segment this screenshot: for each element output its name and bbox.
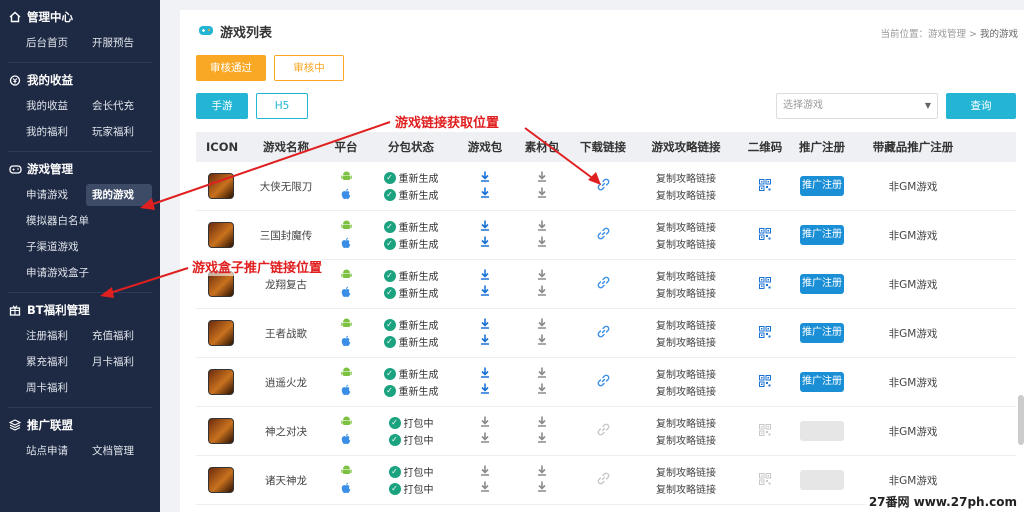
arrow-line (149, 121, 391, 206)
watermark: 27番网 www.27ph.com (865, 493, 1020, 510)
annotation-box-link-position: 游戏盒子推广链接位置 (192, 257, 323, 276)
annotation-link-position: 游戏链接获取位置 (395, 112, 500, 131)
arrowhead (100, 287, 114, 298)
arrowhead (140, 198, 155, 210)
arrowhead (588, 172, 601, 185)
arrow-line (524, 127, 596, 181)
annotation-arrows (100, 121, 601, 298)
scrollbar[interactable] (1018, 395, 1024, 445)
arrow-line (109, 267, 189, 294)
